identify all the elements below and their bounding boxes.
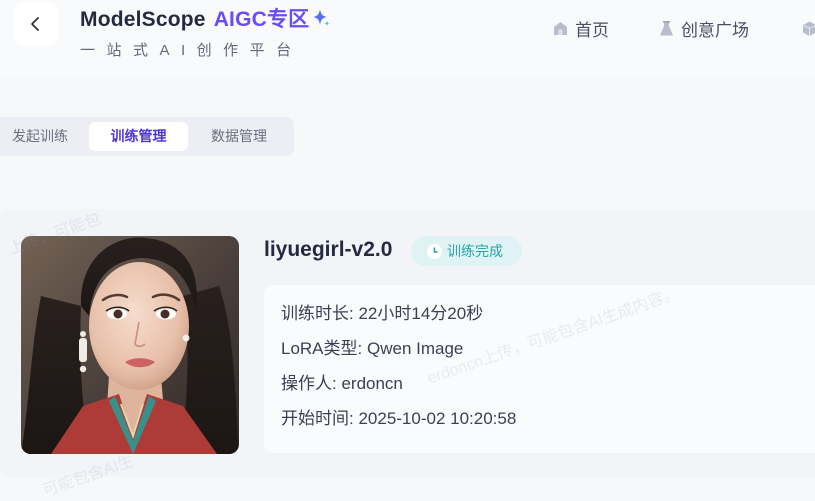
info-duration-label: 训练时长 bbox=[281, 304, 349, 323]
nav-more[interactable] bbox=[801, 16, 815, 40]
clock-icon bbox=[427, 243, 442, 259]
tab-start-training[interactable]: 发起训练 bbox=[0, 122, 80, 151]
nav-creative-plaza[interactable]: 创意广场 bbox=[658, 16, 749, 40]
tab-training-management[interactable]: 训练管理 bbox=[89, 122, 188, 151]
info-start-time-value: 2025-10-02 10:20:58 bbox=[358, 409, 517, 428]
info-operator-label: 操作人 bbox=[281, 374, 332, 393]
info-duration-value: 22小时14分20秒 bbox=[358, 304, 484, 323]
brand-title: ModelScope AIGC专区 bbox=[80, 3, 331, 33]
info-operator: 操作人: erdoncn bbox=[281, 374, 403, 393]
cube-icon bbox=[802, 21, 815, 36]
tab-bar: 发起训练 训练管理 数据管理 bbox=[0, 117, 294, 156]
info-start-time-label: 开始时间 bbox=[281, 409, 349, 428]
info-lora-type: LoRA类型: Qwen Image bbox=[281, 339, 464, 358]
tab-data-management[interactable]: 数据管理 bbox=[194, 122, 284, 151]
flask-icon bbox=[660, 20, 673, 35]
home-icon bbox=[554, 21, 567, 35]
status-label: 训练完成 bbox=[447, 243, 503, 259]
brand-name: ModelScope bbox=[80, 8, 206, 31]
brand-section: AIGC专区 bbox=[213, 8, 310, 31]
brand-logo[interactable]: ModelScope AIGC专区 一站式AI创作平台 bbox=[80, 3, 331, 60]
app-header: ModelScope AIGC专区 一站式AI创作平台 首页 创意广场 bbox=[0, 0, 815, 78]
back-button[interactable] bbox=[14, 2, 58, 46]
nav-home[interactable]: 首页 bbox=[552, 16, 609, 40]
sparkle-icon bbox=[313, 9, 330, 27]
info-operator-value: erdoncn bbox=[341, 374, 403, 393]
info-lora-type-value: Qwen Image bbox=[366, 339, 464, 358]
nav-home-label: 首页 bbox=[575, 20, 609, 40]
info-duration: 训练时长: 22小时14分20秒 bbox=[281, 304, 484, 323]
status-badge: 训练完成 bbox=[411, 236, 522, 266]
model-thumbnail[interactable] bbox=[21, 236, 239, 454]
chevron-left-icon bbox=[31, 17, 39, 31]
brand-subtitle: 一站式AI创作平台 bbox=[80, 42, 303, 59]
model-name[interactable]: liyuegirl-v2.0 bbox=[264, 238, 392, 262]
nav-creative-plaza-label: 创意广场 bbox=[681, 20, 749, 40]
portrait-image bbox=[21, 236, 239, 454]
info-lora-type-label: LoRA类型 bbox=[281, 339, 358, 358]
model-info-panel: 训练时长: 22小时14分20秒 LoRA类型: Qwen Image 操作人:… bbox=[264, 285, 815, 453]
info-start-time: 开始时间: 2025-10-02 10:20:58 bbox=[281, 409, 517, 428]
